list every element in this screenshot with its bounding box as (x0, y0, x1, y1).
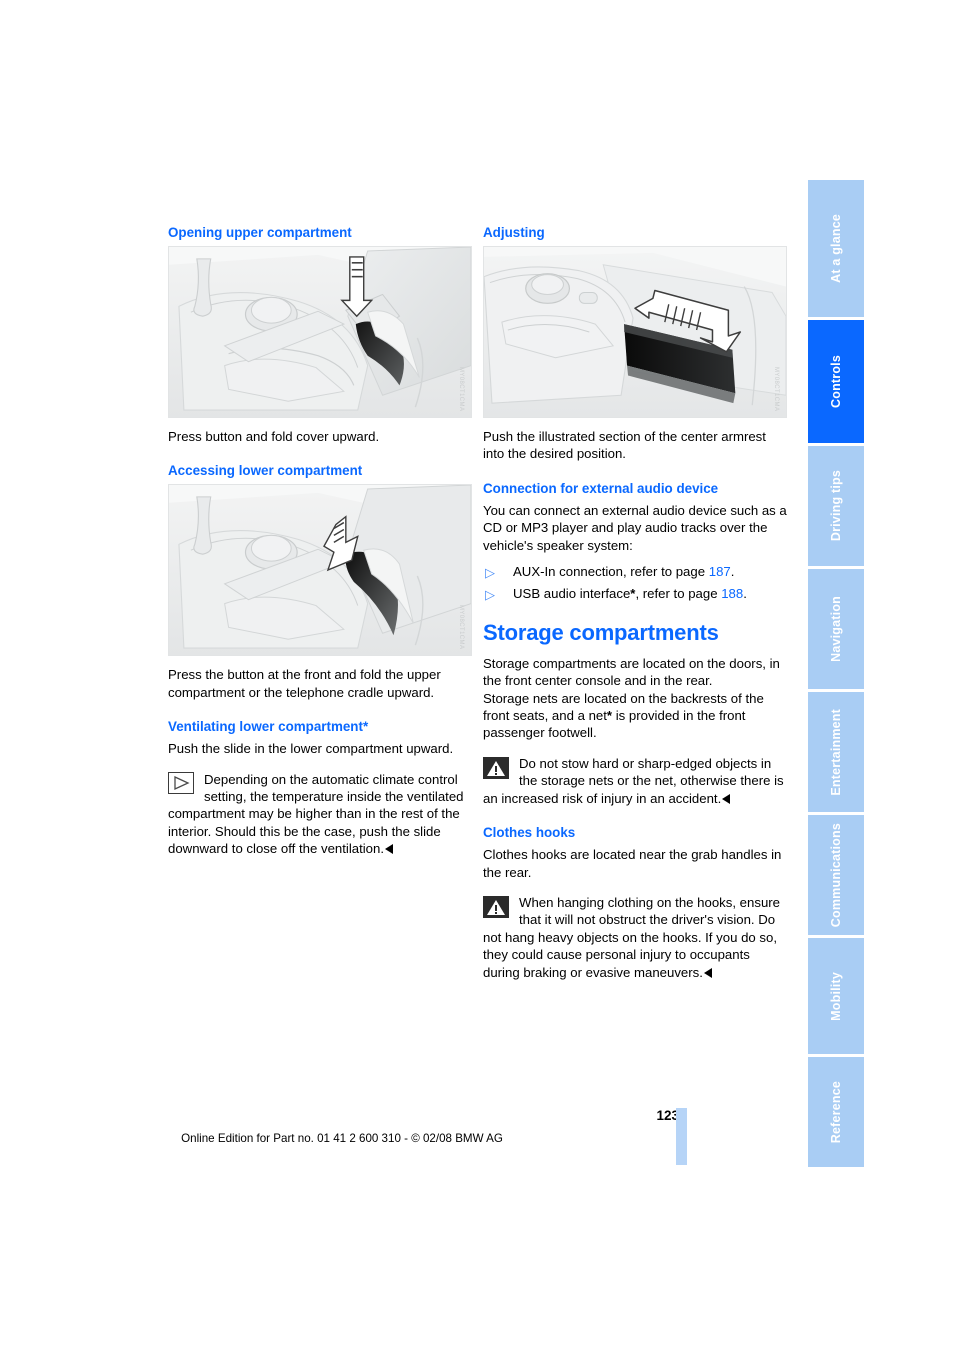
body-clothes-hooks: Clothes hooks are located near the grab … (483, 847, 782, 880)
console-illustration-1 (169, 247, 471, 417)
heading-storage-compartments: Storage compartments (483, 619, 719, 645)
triangle-bullet-icon: ▷ (485, 587, 495, 603)
tab-label: Communications (829, 822, 843, 928)
tab-driving-tips[interactable]: Driving tips (808, 446, 864, 569)
list-item-text-mid: , refer to page (635, 586, 722, 602)
figure-code: MY08CT1CMA (458, 366, 464, 411)
caption-adjusting: Push the illustrated section of the cent… (483, 429, 766, 462)
heading-ventilating-lower-compartment: Ventilating lower compartment* (168, 719, 369, 735)
list-item-text-after: . (743, 586, 747, 602)
caption-accessing-lower-compartment: Press the button at the front and fold t… (168, 667, 441, 700)
heading-opening-upper-compartment: Opening upper compartment (168, 225, 352, 240)
warning-text: Do not stow hard or sharp-edged objects … (483, 755, 784, 806)
list-item-text: USB audio interface (513, 586, 631, 602)
figure-code: MY08CT1CMA (458, 605, 464, 650)
chapter-tab-rail: At a glance Controls Driving tips Naviga… (808, 180, 864, 1170)
figure-adjusting-armrest: MY08CT1CMA (483, 246, 787, 418)
list-item-usb-audio: ▷ USB audio interface*, refer to page 188… (483, 585, 787, 602)
end-marker-icon (703, 967, 712, 978)
warning-block-clothes-hooks: When hanging clothing on the hooks, ensu… (483, 894, 787, 981)
figure-accessing-lower-compartment: MY08CT1CMA (168, 484, 472, 657)
footer-edition-note: Online Edition for Part no. 01 41 2 600 … (181, 1132, 503, 1145)
armrest-illustration (484, 247, 786, 417)
audio-connection-list: ▷ AUX-In connection, refer to page 187. ▷… (483, 563, 787, 603)
warning-triangle-icon (483, 895, 509, 918)
console-illustration-2 (169, 485, 471, 656)
tab-mobility[interactable]: Mobility (808, 938, 864, 1057)
warning-text: When hanging clothing on the hooks, ensu… (483, 894, 781, 980)
tab-label: At a glance (829, 214, 843, 283)
triangle-bullet-icon: ▷ (485, 565, 495, 581)
body-storage-compartments-1: Storage compartments are located on the … (483, 655, 780, 689)
warning-triangle-icon (483, 756, 509, 779)
page-number: 123 (656, 1108, 679, 1123)
page-reference-187[interactable]: 187 (709, 564, 731, 579)
figure-code: MY08CT1CMA (773, 366, 779, 411)
body-storage-compartments-2: Storage nets are located on the backrest… (483, 690, 787, 742)
note-text: Depending on the automatic climate contr… (168, 771, 464, 857)
tab-label: Driving tips (829, 470, 843, 542)
right-text-column: Adjusting MY08CT1CMA Push the illustrate… (483, 224, 787, 981)
tab-navigation[interactable]: Navigation (808, 569, 864, 692)
body-connection-external-audio: You can connect an external audio device… (483, 502, 787, 553)
list-item-aux-in: ▷ AUX-In connection, refer to page 187. (483, 563, 787, 580)
manual-page: At a glance Controls Driving tips Naviga… (0, 0, 954, 1350)
left-text-column: Opening upper compartment MY08CT1CMA Pre… (168, 224, 472, 858)
warning-block-storage-nets: Do not stow hard or sharp-edged objects … (483, 755, 787, 807)
end-marker-icon (385, 844, 394, 855)
body-ventilating-lower-compartment: Push the slide in the lower compartment … (168, 741, 454, 757)
note-triangle-icon (168, 771, 194, 794)
note-block-ventilation: Depending on the automatic climate contr… (168, 771, 472, 858)
footer-accent-bar (676, 1108, 687, 1165)
figure-opening-upper-compartment: MY08CT1CMA (168, 246, 472, 418)
caption-opening-upper-compartment: Press button and fold cover upward. (168, 429, 380, 444)
tab-entertainment[interactable]: Entertainment (808, 692, 864, 815)
tab-reference[interactable]: Reference (808, 1057, 864, 1167)
page-reference-188[interactable]: 188 (721, 586, 743, 601)
list-item-text: AUX-In connection, refer to page (513, 564, 709, 580)
heading-connection-external-audio: Connection for external audio device (483, 480, 719, 496)
heading-clothes-hooks: Clothes hooks (483, 825, 576, 841)
tab-label: Controls (829, 355, 843, 408)
tab-label: Entertainment (829, 708, 843, 796)
tab-label: Navigation (829, 596, 843, 662)
tab-communications[interactable]: Communications (808, 815, 864, 938)
tab-label: Mobility (829, 971, 843, 1021)
end-marker-icon (722, 793, 731, 804)
tab-controls[interactable]: Controls (808, 320, 864, 446)
heading-accessing-lower-compartment: Accessing lower compartment (168, 463, 363, 479)
list-item-text-after: . (730, 564, 735, 580)
heading-adjusting: Adjusting (483, 225, 545, 240)
tab-at-a-glance[interactable]: At a glance (808, 180, 864, 320)
